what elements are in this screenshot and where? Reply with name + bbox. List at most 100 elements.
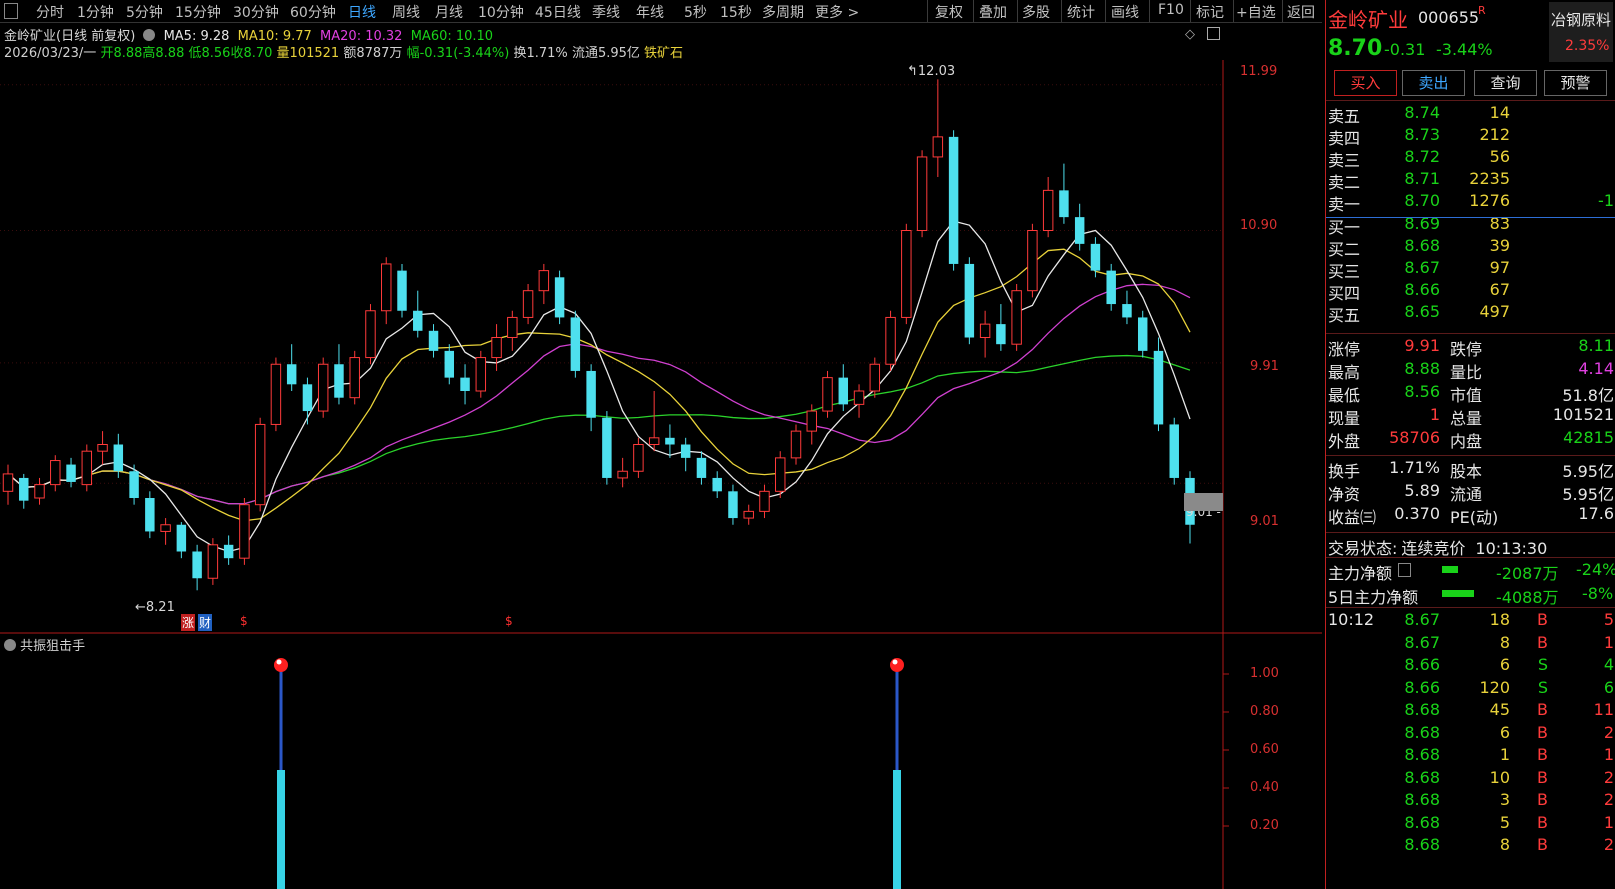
ask-volume: 1276 — [1469, 191, 1510, 210]
stat-value: 51.8亿 — [1562, 386, 1614, 405]
fund-label: 股本 — [1450, 462, 1483, 481]
indicator-y-tick: 0.40 — [1250, 780, 1279, 795]
tick-side: B — [1537, 790, 1548, 809]
candle-body — [775, 457, 786, 492]
tick-volume: 6 — [1499, 722, 1510, 742]
stat-label: 市值 — [1450, 386, 1483, 405]
sector-box[interactable]: 冶钢原料 2.35% — [1549, 2, 1613, 62]
candle-body — [317, 363, 329, 412]
alert-button[interactable]: 预警 — [1544, 70, 1607, 96]
candle-body — [522, 290, 534, 318]
candle-body — [444, 350, 455, 378]
limit-up-tag[interactable]: 涨 — [181, 614, 196, 631]
candle-body — [223, 544, 234, 559]
chevron-down-icon[interactable] — [4, 639, 16, 651]
tick-side: S — [1537, 677, 1548, 697]
buy-button[interactable]: 买入 — [1334, 70, 1397, 96]
bid-price: 8.67 — [1404, 258, 1440, 277]
main-net-value: -2087万 — [1496, 564, 1559, 583]
candle-body — [491, 337, 502, 359]
candle-body — [1011, 290, 1022, 345]
candle-body — [302, 384, 313, 412]
stat-value: 1 — [1429, 405, 1440, 424]
tick-price: 8.67 — [1404, 632, 1440, 652]
stat-value: 101521 — [1552, 405, 1614, 424]
candle-body — [932, 136, 944, 158]
candle-body — [475, 357, 487, 392]
ma60-line — [39, 354, 1191, 505]
stats-table: 涨停 9.91 跌停 8.11 最高 8.88 量比 4.14 最低 8.56 市值 51.8亿 现量 1… — [1326, 333, 1615, 453]
tick-volume: 45 — [1489, 700, 1510, 719]
query-button[interactable]: 查询 — [1474, 70, 1537, 96]
dollar-tag[interactable]: $ — [240, 614, 248, 628]
fund-label: 净资 — [1328, 485, 1361, 504]
candle-body — [948, 136, 959, 264]
tick-price: 8.68 — [1404, 790, 1440, 809]
candle-body — [81, 450, 93, 486]
bid-volume: 67 — [1489, 280, 1510, 299]
ask-price: 8.72 — [1404, 147, 1440, 166]
candle-body — [2, 473, 14, 492]
stat-label: 最高 — [1328, 363, 1361, 382]
candle-body — [239, 504, 250, 559]
dollar-tag[interactable]: $ — [505, 614, 513, 628]
sell-button[interactable]: 卖出 — [1402, 70, 1465, 96]
tick-volume: 1 — [1499, 745, 1510, 764]
kline-chart[interactable] — [0, 0, 1325, 889]
tick-volume: 8 — [1499, 632, 1510, 652]
stock-name: 金岭矿业 — [1328, 8, 1408, 32]
sector-pct: 2.35% — [1565, 38, 1610, 54]
candle-body — [1137, 317, 1148, 351]
ask-price: 8.73 — [1404, 125, 1440, 144]
tick-list[interactable]: 10:12 8.67 18 B 5 8.67 8 B 1 8.66 6 S 4 8.66 120 S 6 8.68… — [1326, 610, 1615, 889]
stock-code: 000655 — [1418, 8, 1480, 27]
indicator-y-tick: 0.20 — [1250, 818, 1279, 833]
tick-side: S — [1537, 655, 1548, 674]
candle-body — [1042, 189, 1054, 231]
tick-side: B — [1537, 745, 1548, 764]
bid-volume: 497 — [1479, 302, 1510, 321]
candle-body — [696, 457, 707, 478]
tick-price: 8.68 — [1404, 722, 1440, 742]
candle-body — [34, 484, 45, 499]
candle-body — [145, 498, 155, 532]
r-mark: R — [1478, 4, 1486, 17]
low-annotation: ←8.21 — [135, 600, 175, 615]
fund-value: 5.95亿 — [1562, 462, 1614, 481]
list-icon[interactable] — [1398, 563, 1411, 577]
tick-volume: 5 — [1499, 812, 1510, 832]
stat-value: 4.14 — [1578, 359, 1614, 378]
stat-label: 总量 — [1450, 409, 1483, 428]
tick-price: 8.67 — [1404, 610, 1440, 629]
stat-label: 最低 — [1328, 386, 1361, 405]
candle-body — [50, 460, 61, 486]
stat-label: 跌停 — [1450, 340, 1483, 359]
finance-tag[interactable]: 财 — [198, 614, 213, 631]
candle-body — [160, 524, 171, 532]
stock-header: 金岭矿业 000655 R — [1326, 0, 1532, 34]
bid-price: 8.65 — [1404, 302, 1440, 321]
tick-count: 2 — [1603, 767, 1614, 787]
candle-body — [680, 444, 691, 458]
candle-body — [460, 377, 470, 391]
indicator-title: 共振狙击手 — [20, 639, 86, 654]
y-tick-label: 11.99 — [1240, 64, 1278, 79]
tick-side: B — [1537, 632, 1548, 652]
main5-net-pct: -8% — [1582, 584, 1614, 603]
main5-net-bar — [1442, 590, 1474, 597]
stat-label: 现量 — [1328, 409, 1361, 428]
fund-value: 5.89 — [1404, 481, 1440, 500]
candle-body — [1027, 230, 1038, 292]
tick-count: 2 — [1603, 835, 1614, 854]
order-book: 卖五 8.74 14 卖四 8.73 212 卖三 8.72 56 卖二 8.71 2235 卖一 8.7… — [1326, 100, 1615, 330]
candle-body — [759, 490, 770, 512]
y-tick-label: 10.90 — [1240, 218, 1278, 233]
tick-count: 2 — [1603, 722, 1614, 742]
ask-volume: 56 — [1489, 147, 1510, 166]
candle-body — [1122, 304, 1132, 318]
ask-change: -1 — [1598, 191, 1614, 210]
candle-body — [979, 323, 991, 338]
tick-side: B — [1537, 812, 1548, 832]
candle-body — [113, 444, 124, 472]
candle-body — [176, 524, 187, 552]
